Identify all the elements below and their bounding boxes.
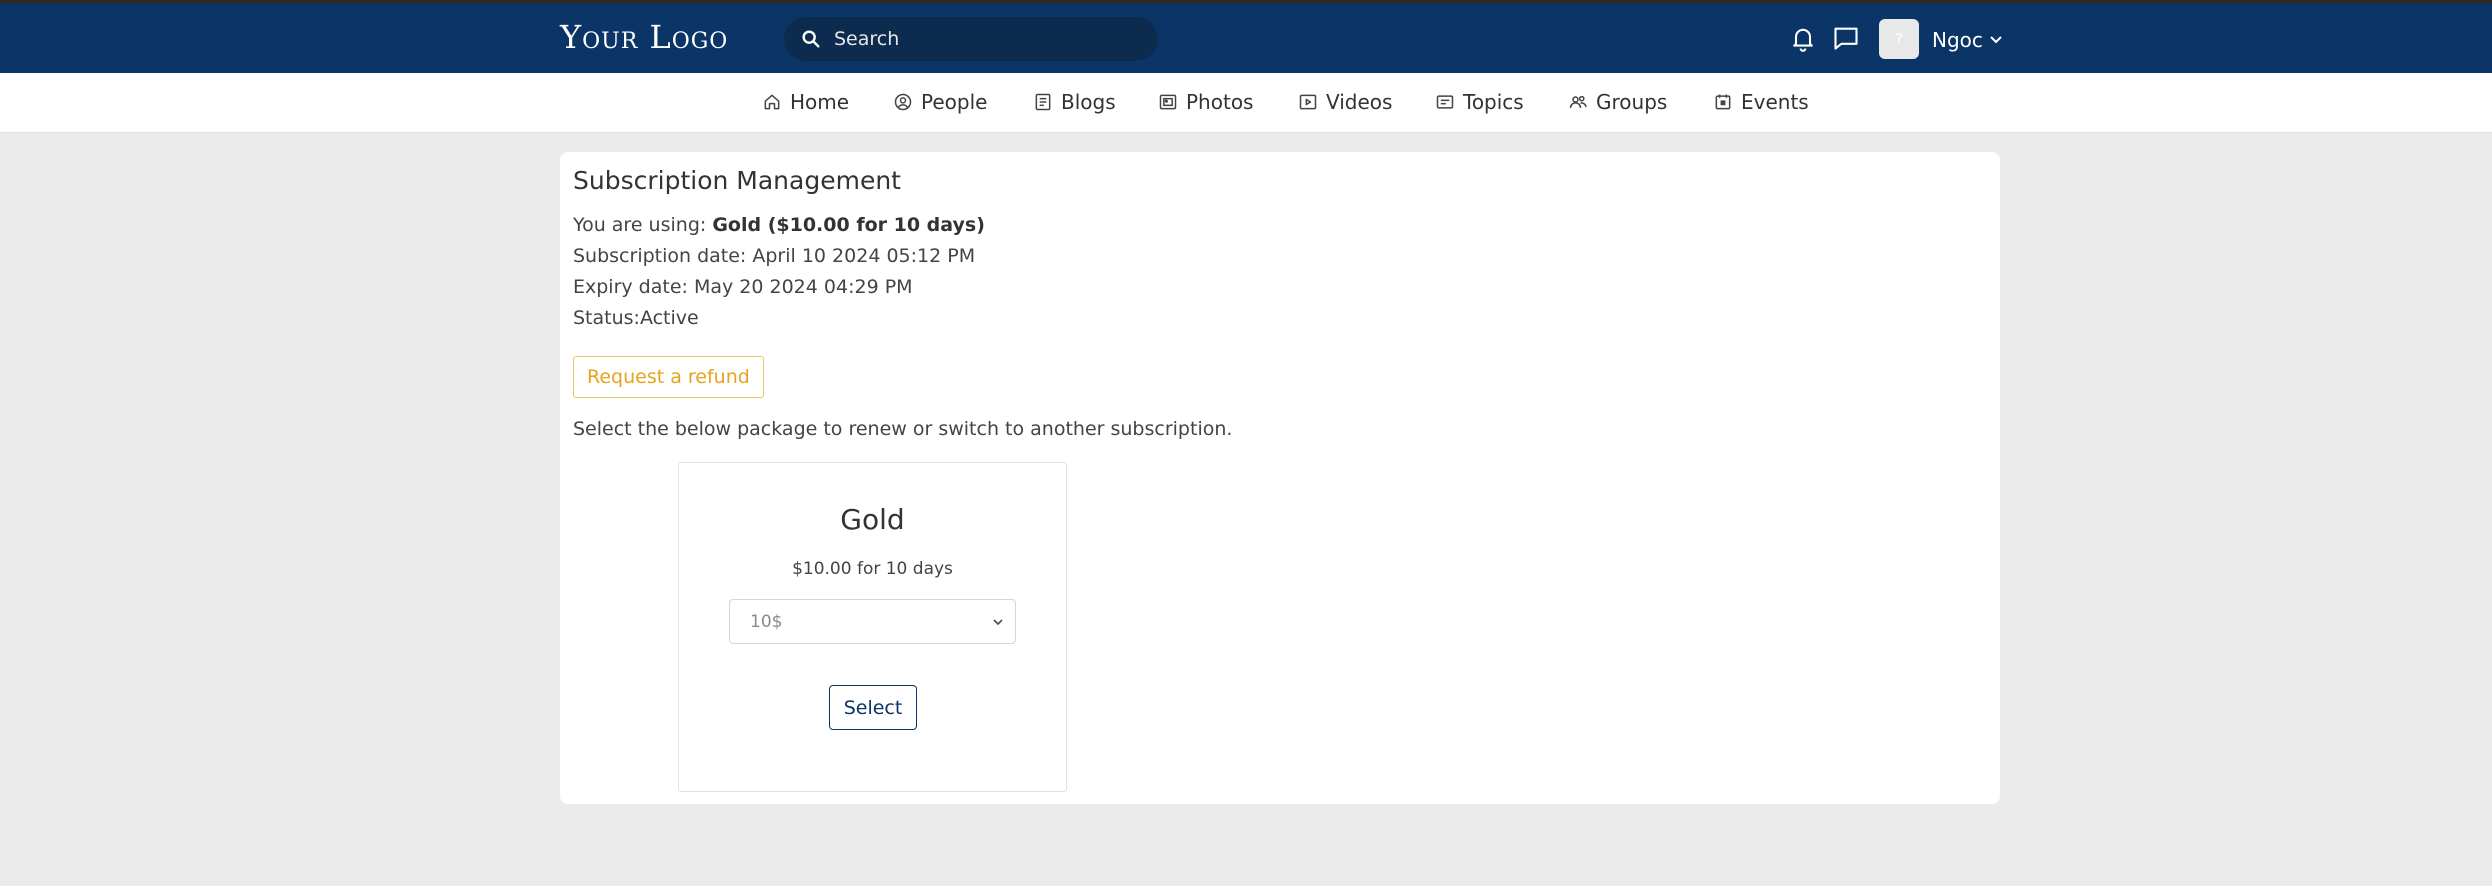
current-plan: You are using: Gold ($10.00 for 10 days) — [573, 214, 985, 236]
nav-item-people[interactable]: People — [893, 90, 987, 114]
nav-label: Videos — [1326, 90, 1393, 114]
calendar-icon — [1715, 94, 1731, 110]
main-nav: Home People Blogs Photos Videos Topics G… — [0, 73, 2492, 133]
expiry-date: Expiry date: May 20 2024 04:29 PM — [573, 276, 913, 298]
nav-label: Topics — [1463, 90, 1524, 114]
search-icon — [802, 30, 820, 48]
select-package-button[interactable]: Select — [829, 685, 917, 730]
home-icon — [764, 94, 780, 110]
nav-label: Groups — [1596, 90, 1668, 114]
user-menu[interactable]: Ngoc — [1932, 28, 2003, 52]
nav-label: Photos — [1186, 90, 1254, 114]
avatar[interactable]: ? — [1879, 19, 1919, 59]
nav-item-photos[interactable]: Photos — [1158, 90, 1253, 114]
select-package-note: Select the below package to renew or swi… — [573, 418, 1233, 440]
page-title: Subscription Management — [573, 166, 901, 195]
subscription-date: Subscription date: April 10 2024 05:12 P… — [573, 245, 976, 267]
bell-icon[interactable] — [1789, 24, 1817, 52]
site-logo[interactable]: Your Logo — [560, 18, 728, 56]
search-input[interactable] — [834, 28, 1134, 50]
message-icon[interactable] — [1832, 24, 1860, 52]
current-plan-label: You are using: — [573, 214, 713, 236]
user-circle-icon — [894, 93, 912, 111]
current-plan-value: Gold ($10.00 for 10 days) — [712, 214, 985, 236]
group-icon — [1569, 95, 1587, 108]
nav-label: Events — [1741, 90, 1809, 114]
package-price: $10.00 for 10 days — [792, 559, 953, 579]
nav-item-groups[interactable]: Groups — [1568, 90, 1667, 114]
topic-icon — [1436, 95, 1454, 109]
header-bar: Your Logo ? Ngoc — [0, 4, 2492, 73]
nav-item-videos[interactable]: Videos — [1298, 90, 1392, 114]
chevron-down-icon — [1990, 36, 2002, 44]
image-icon — [1159, 94, 1177, 110]
nav-label: Home — [790, 90, 850, 114]
user-name: Ngoc — [1932, 28, 1983, 52]
nav-item-home[interactable]: Home — [762, 90, 849, 114]
package-option-select[interactable]: 10$ — [729, 599, 1016, 644]
nav-label: Blogs — [1061, 90, 1116, 114]
nav-item-topics[interactable]: Topics — [1435, 90, 1524, 114]
nav-item-events[interactable]: Events — [1713, 90, 1809, 114]
nav-item-blogs[interactable]: Blogs — [1033, 90, 1116, 114]
selected-option: 10$ — [750, 611, 783, 632]
chevron-down-icon — [993, 618, 1003, 625]
package-card: Gold $10.00 for 10 days 10$ Select — [678, 462, 1067, 792]
package-name: Gold — [840, 503, 905, 536]
video-icon — [1299, 94, 1317, 110]
request-refund-button[interactable]: Request a refund — [573, 356, 764, 398]
subscription-card: Subscription Management You are using: G… — [560, 152, 2000, 804]
nav-label: People — [921, 90, 988, 114]
status-text: Status:Active — [573, 307, 699, 329]
document-icon — [1035, 93, 1051, 111]
search-box[interactable] — [784, 17, 1158, 61]
